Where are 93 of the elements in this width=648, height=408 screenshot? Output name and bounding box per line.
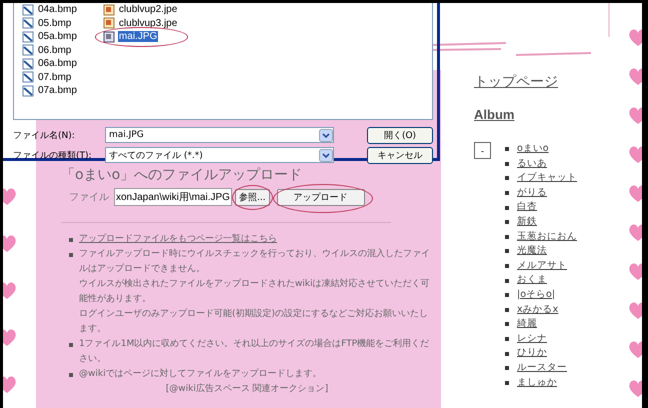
- bullet-icon: [505, 176, 509, 180]
- heart-icon: [628, 340, 642, 359]
- open-button[interactable]: 開く(O): [367, 126, 433, 144]
- album-item[interactable]: レシナ: [517, 332, 547, 346]
- file-icon: [22, 58, 34, 70]
- bullet-icon: [505, 206, 509, 210]
- collapse-button[interactable]: -: [474, 142, 491, 159]
- file-icon: [102, 17, 115, 30]
- bullet-icon: [505, 308, 509, 312]
- file-item[interactable]: 07.bmp: [37, 72, 72, 83]
- bullet-icon: [505, 380, 509, 385]
- heart-icon: [628, 379, 642, 398]
- bullet-icon: [505, 191, 509, 196]
- page-title: 「oまいo」へのファイルアップロード: [61, 166, 304, 184]
- album-item[interactable]: がりる: [517, 186, 547, 200]
- album-item[interactable]: 新鉄: [517, 214, 537, 230]
- heart-icon: [3, 187, 17, 206]
- file-icon: [22, 71, 34, 84]
- heart-icon: [628, 106, 642, 125]
- file-icon: [102, 4, 115, 16]
- album-link[interactable]: Album: [474, 107, 514, 122]
- album-item[interactable]: ひりか: [517, 346, 547, 361]
- ad-space-link[interactable]: [@wiki広告スペース 関連オークション]: [61, 382, 433, 395]
- top-page-link[interactable]: トップページ: [474, 73, 558, 91]
- file-icon: [22, 44, 34, 56]
- bullet-icon: [505, 147, 509, 152]
- bullet-icon: [505, 264, 509, 268]
- bullet-icon: [69, 253, 73, 257]
- file-type-dropdown[interactable]: すべてのファイル (*.*): [105, 147, 334, 163]
- bullet-icon: [505, 249, 509, 254]
- bullet-icon: [505, 337, 509, 342]
- heart-icon: [3, 328, 17, 347]
- heart-icon: [3, 281, 17, 300]
- notice-text: @wikiではページに対してファイルをアップロードします。: [79, 367, 322, 381]
- file-item[interactable]: 05.bmp: [37, 18, 72, 29]
- album-item[interactable]: イブキャット: [517, 171, 577, 186]
- field-label: ファイルの種類(T):: [13, 150, 93, 162]
- bullet-icon: [505, 366, 509, 370]
- notice-text: ウイルスが検出されたファイルをアップロードされたwikiは凍結対応させていただく可能性があります。: [79, 277, 431, 306]
- album-item[interactable]: |oそらo|: [517, 288, 556, 303]
- bullet-icon: [69, 343, 73, 347]
- file-icon: [22, 17, 34, 30]
- bullet-icon: [69, 373, 73, 377]
- album-item[interactable]: oまいo: [517, 142, 549, 157]
- field-label: ファイル: [69, 191, 109, 204]
- bullet-icon: [505, 322, 509, 326]
- file-item[interactable]: clublvup2.jpe: [118, 4, 178, 16]
- field-label: ファイル名(N):: [13, 130, 76, 142]
- file-name-field[interactable]: mai.JPG: [105, 127, 334, 143]
- heart-icon: [628, 145, 642, 164]
- browse-button[interactable]: 参照...: [235, 188, 270, 206]
- file-icon: [102, 30, 115, 43]
- bullet-icon: [505, 162, 509, 166]
- heart-icon: [3, 375, 17, 394]
- file-item[interactable]: mai.JPG: [118, 31, 158, 42]
- bullet-icon: [505, 278, 509, 283]
- notice-text: 1ファイル1M以内に収めてください。それ以上のサイズの場合はFTP機能をご利用ください。: [79, 338, 430, 366]
- file-path-field[interactable]: xonJapan\wiki用\mai.JPG: [114, 188, 232, 206]
- album-item[interactable]: るいあ: [517, 156, 547, 172]
- heart-icon: [628, 262, 642, 281]
- heart-icon: [3, 234, 17, 253]
- page-list-link[interactable]: アップロードファイルをもつページ一覧はこちら: [79, 232, 277, 247]
- bullet-icon: [505, 293, 509, 298]
- file-item[interactable]: clublvup3.jpe: [118, 18, 178, 29]
- album-item[interactable]: おくま: [517, 273, 547, 288]
- album-item[interactable]: xみかるx: [517, 302, 558, 318]
- album-item[interactable]: メルアサト: [517, 258, 567, 274]
- file-item[interactable]: 07a.bmp: [37, 85, 78, 96]
- album-item[interactable]: 綺麗: [517, 317, 537, 332]
- album-item[interactable]: ルースター: [517, 360, 567, 376]
- file-item[interactable]: 06.bmp: [37, 44, 72, 56]
- bullet-icon: [505, 220, 509, 224]
- file-item[interactable]: 04a.bmp: [37, 4, 78, 16]
- file-icon: [22, 30, 34, 43]
- heart-icon: [628, 301, 642, 320]
- album-item[interactable]: 玉葱おにおん: [517, 230, 577, 244]
- cancel-button[interactable]: キャンセル: [367, 146, 433, 164]
- heart-icon: [628, 223, 642, 242]
- bullet-icon: [69, 238, 73, 242]
- file-item[interactable]: 05a.bmp: [37, 31, 78, 42]
- heart-icon: [628, 28, 642, 47]
- bullet-icon: [505, 234, 509, 239]
- notice-text: ファイルアップロード時にウイルスチェックを行っており、ウイルスの混入したファイルはアップロードできません。: [79, 247, 431, 276]
- notice-text: ログインユーザのみアップロード可能(初期設定)の設定にするなどご対応お願いいたします。: [79, 307, 430, 336]
- upload-button[interactable]: アップロード: [276, 188, 365, 206]
- file-icon: [22, 84, 34, 97]
- bullet-icon: [505, 352, 509, 356]
- album-item[interactable]: 白杏: [517, 200, 537, 215]
- album-item[interactable]: 光魔法: [517, 244, 547, 259]
- heart-icon: [628, 184, 642, 203]
- album-item[interactable]: ましゅか: [517, 376, 557, 390]
- heart-icon: [628, 67, 642, 86]
- file-item[interactable]: 06a.bmp: [37, 58, 78, 70]
